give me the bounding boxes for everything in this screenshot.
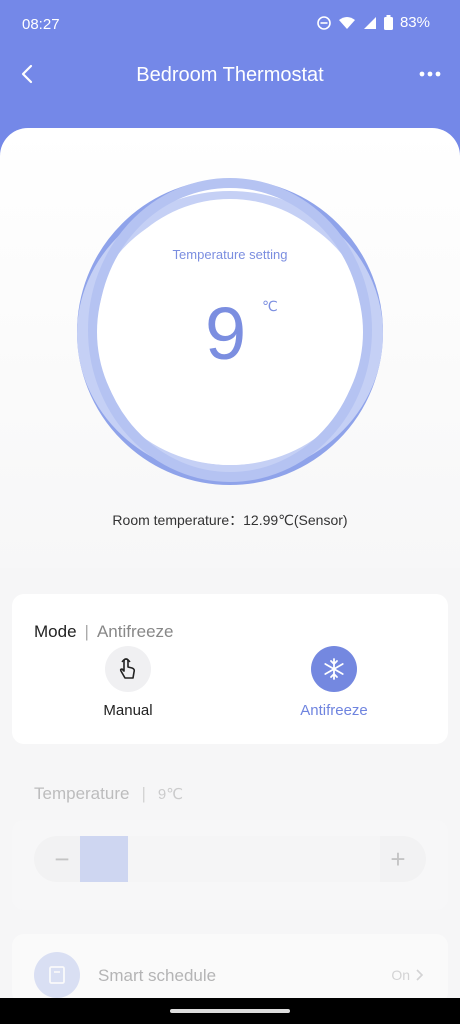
signal-icon xyxy=(363,16,376,29)
hand-pointer-icon xyxy=(105,646,151,692)
mode-option-antifreeze-label: Antifreeze xyxy=(300,702,368,719)
schedule-icon xyxy=(34,952,80,998)
more-options-icon[interactable] xyxy=(416,60,444,88)
decrease-button[interactable]: − xyxy=(44,836,80,882)
temperature-stepper: − + xyxy=(34,836,426,882)
status-time: 08:27 xyxy=(22,16,60,33)
mode-card: Mode | Antifreeze Manual Antifreeze xyxy=(12,594,448,744)
room-temperature: Room temperature：12.99℃(Sensor) xyxy=(112,512,348,528)
temperature-slider-fill[interactable] xyxy=(80,836,128,882)
mode-option-antifreeze[interactable]: Antifreeze xyxy=(274,646,394,719)
temperature-slider-track[interactable] xyxy=(128,836,380,882)
home-gesture-pill[interactable] xyxy=(170,1009,290,1013)
system-nav-bar xyxy=(0,998,460,1024)
status-bar: 08:27 83% xyxy=(0,0,460,50)
nav-bar: Bedroom Thermostat xyxy=(0,52,460,98)
battery-icon xyxy=(383,15,393,30)
status-icons: 83% xyxy=(317,14,430,31)
set-temperature-unit: ℃ xyxy=(262,298,278,314)
smart-schedule-row[interactable]: Smart schedule On xyxy=(12,934,448,1004)
wifi-icon xyxy=(338,16,355,29)
temperature-heading: Temperature | 9℃ xyxy=(34,784,183,804)
dial-label: Temperature setting xyxy=(172,247,288,262)
smart-schedule-label: Smart schedule xyxy=(98,966,217,985)
smart-schedule-status: On xyxy=(391,967,424,983)
page-title: Bedroom Thermostat xyxy=(136,64,324,86)
set-temperature-value: 9 xyxy=(205,292,247,375)
mode-heading: Mode | Antifreeze xyxy=(34,622,174,642)
battery-level: 83% xyxy=(399,14,430,31)
mode-option-manual-label: Manual xyxy=(103,702,153,719)
temperature-card: − + xyxy=(12,820,448,910)
temperature-separator: | xyxy=(141,784,146,803)
increase-button[interactable]: + xyxy=(380,836,416,882)
mode-separator: | xyxy=(84,622,89,641)
chevron-right-icon xyxy=(416,969,424,981)
temperature-value: 9℃ xyxy=(157,786,184,803)
mode-current-value: Antifreeze xyxy=(96,622,174,641)
snowflake-icon xyxy=(311,646,357,692)
smart-schedule-value: On xyxy=(391,967,410,983)
dnd-icon xyxy=(317,15,331,30)
temperature-title: Temperature xyxy=(34,784,130,803)
mode-option-manual[interactable]: Manual xyxy=(68,646,188,719)
mode-title: Mode xyxy=(34,622,77,641)
